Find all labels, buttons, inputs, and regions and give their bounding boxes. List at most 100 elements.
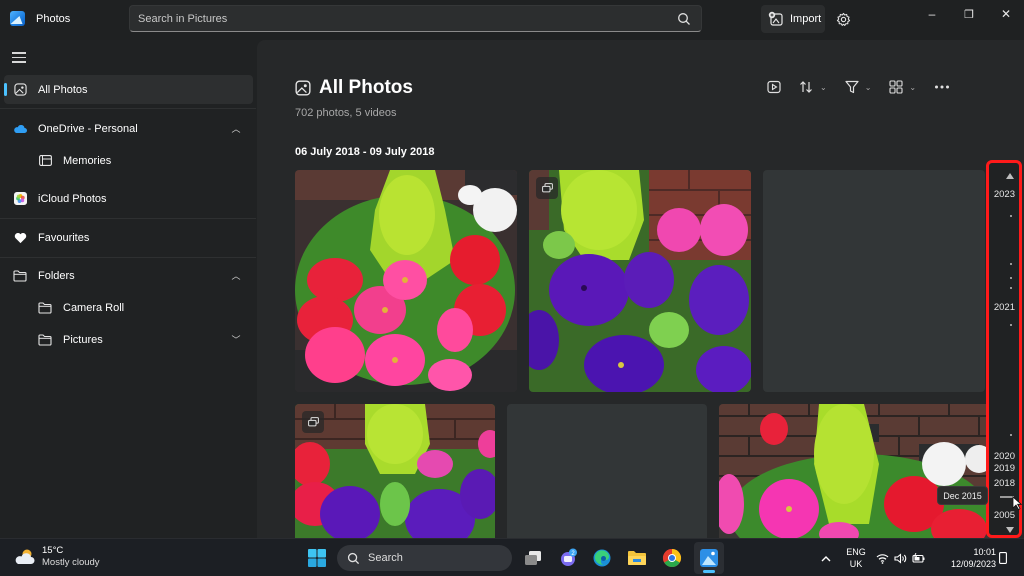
photo-thumbnail — [719, 404, 999, 538]
layout-grid-icon — [889, 80, 903, 94]
maximize-button[interactable]: ❐ — [955, 5, 983, 23]
timeline-dot[interactable] — [1010, 263, 1012, 265]
folder-icon — [628, 551, 646, 565]
photos-app-icon — [10, 11, 25, 26]
folder-icon — [38, 333, 52, 347]
photo-tile-loading[interactable] — [763, 170, 985, 392]
sidebar-item-camera-roll[interactable]: Camera Roll — [4, 293, 253, 322]
chrome-browser-button[interactable] — [660, 546, 684, 570]
photo-tile[interactable] — [719, 404, 999, 538]
timeline-tooltip: Dec 2015 — [937, 486, 988, 505]
sidebar-item-memories[interactable]: Memories — [4, 146, 253, 175]
minimize-button[interactable]: – — [918, 5, 946, 23]
windows-logo-icon — [308, 549, 326, 567]
burst-icon — [536, 177, 558, 199]
weather-condition: Mostly cloudy — [42, 557, 100, 568]
photo-thumbnail — [295, 404, 495, 538]
language-indicator[interactable]: ENG UK — [843, 546, 869, 570]
chevron-down-icon[interactable]: ﹀ — [231, 335, 241, 345]
clock[interactable]: 10:01 12/09/2023 — [938, 546, 996, 570]
sidebar: All Photos OneDrive - Personal ︿ Memorie… — [0, 40, 257, 538]
sidebar-item-all-photos[interactable]: All Photos — [4, 75, 253, 104]
chevron-up-icon — [821, 555, 831, 561]
sidebar-item-icloud-photos[interactable]: iCloud Photos — [4, 184, 253, 213]
page-header: All Photos — [295, 77, 413, 99]
weather-widget[interactable]: 15°C Mostly cloudy — [14, 545, 100, 569]
sidebar-item-pictures[interactable]: Pictures ﹀ — [4, 325, 253, 354]
sidebar-item-onedrive[interactable]: OneDrive - Personal ︿ — [4, 114, 253, 143]
import-button[interactable]: Import — [761, 5, 825, 33]
timeline-dot[interactable] — [1010, 434, 1012, 436]
chrome-icon — [662, 549, 682, 568]
sidebar-item-favourites[interactable]: Favourites — [4, 223, 253, 252]
sidebar-item-folders[interactable]: Folders ︿ — [4, 261, 253, 290]
notification-icon — [999, 552, 1007, 564]
quick-settings-button[interactable] — [873, 546, 927, 570]
clock-date: 12/09/2023 — [950, 559, 996, 569]
timeline-year[interactable]: 2021 — [994, 302, 1015, 313]
gear-icon — [836, 12, 850, 26]
timeline-scrubber[interactable]: 2023 2021 2020 2019 2018 2005 — [986, 160, 1022, 538]
timeline-year[interactable]: 2019 — [994, 463, 1015, 474]
timeline-dot[interactable] — [1010, 277, 1012, 279]
photo-tile-loading[interactable] — [507, 404, 707, 538]
scroll-up-arrow-icon[interactable] — [1006, 173, 1014, 179]
chevron-up-icon[interactable]: ︿ — [231, 271, 241, 281]
import-icon — [768, 11, 783, 26]
task-view-button[interactable] — [521, 546, 545, 570]
sidebar-item-label: Favourites — [38, 231, 90, 244]
timeline-dot[interactable] — [1010, 287, 1012, 289]
sort-icon — [800, 81, 812, 93]
search-icon — [347, 552, 360, 564]
search-icon[interactable] — [677, 12, 691, 26]
app-title: Photos — [36, 13, 71, 25]
timeline-dot[interactable] — [1010, 215, 1012, 217]
close-button[interactable]: ✕ — [992, 5, 1020, 23]
sidebar-item-label: iCloud Photos — [38, 192, 107, 205]
sidebar-item-label: Pictures — [63, 333, 103, 346]
sort-button[interactable]: ⌄ — [799, 80, 827, 94]
teams-chat-button[interactable]: 2 — [556, 546, 580, 570]
timeline-year[interactable]: 2018 — [994, 478, 1015, 489]
view-layout-button[interactable]: ⌄ — [889, 80, 916, 94]
divider — [0, 218, 256, 219]
divider — [0, 257, 256, 258]
burst-icon — [302, 411, 324, 433]
search-box[interactable] — [129, 5, 702, 32]
notifications-button[interactable] — [996, 546, 1010, 570]
timeline-year[interactable]: 2020 — [994, 451, 1015, 462]
icloud-photos-icon — [13, 192, 27, 206]
scroll-down-arrow-icon[interactable] — [1006, 527, 1014, 533]
photo-tile[interactable] — [295, 170, 517, 392]
more-options-button[interactable] — [934, 84, 950, 90]
photos-window: Photos Import – ❐ ✕ All Photos OneDrive … — [0, 0, 1024, 538]
show-hidden-icons-button[interactable] — [814, 546, 838, 570]
photo-icon — [295, 80, 311, 96]
timeline-year[interactable]: 2023 — [994, 189, 1015, 200]
settings-button[interactable] — [833, 9, 853, 29]
search-input[interactable] — [138, 10, 658, 28]
partly-cloudy-icon — [15, 549, 35, 564]
filter-button[interactable]: ⌄ — [845, 80, 871, 94]
start-button[interactable] — [305, 546, 329, 570]
timeline-dot[interactable] — [1010, 324, 1012, 326]
file-explorer-button[interactable] — [625, 546, 649, 570]
slideshow-button[interactable] — [767, 80, 781, 94]
weather-temperature: 15°C — [42, 545, 64, 556]
taskbar-search-label: Search — [368, 552, 403, 564]
hamburger-menu-icon[interactable] — [12, 52, 26, 64]
keyboard-layout: UK — [849, 559, 863, 569]
volume-icon — [893, 552, 906, 564]
chevron-down-icon: ⌄ — [820, 82, 827, 92]
chevron-up-icon[interactable]: ︿ — [231, 124, 241, 134]
taskbar-search[interactable]: Search — [337, 545, 512, 571]
wifi-icon — [876, 553, 888, 564]
photo-tile[interactable] — [295, 404, 495, 538]
filter-icon — [845, 80, 859, 94]
edge-browser-button[interactable] — [590, 546, 614, 570]
photos-taskbar-button[interactable] — [694, 542, 724, 574]
timeline-year[interactable]: 2005 — [994, 510, 1015, 521]
photo-count: 702 photos, 5 videos — [295, 107, 397, 119]
photo-tile[interactable] — [529, 170, 751, 392]
photo-thumbnail — [295, 170, 517, 392]
